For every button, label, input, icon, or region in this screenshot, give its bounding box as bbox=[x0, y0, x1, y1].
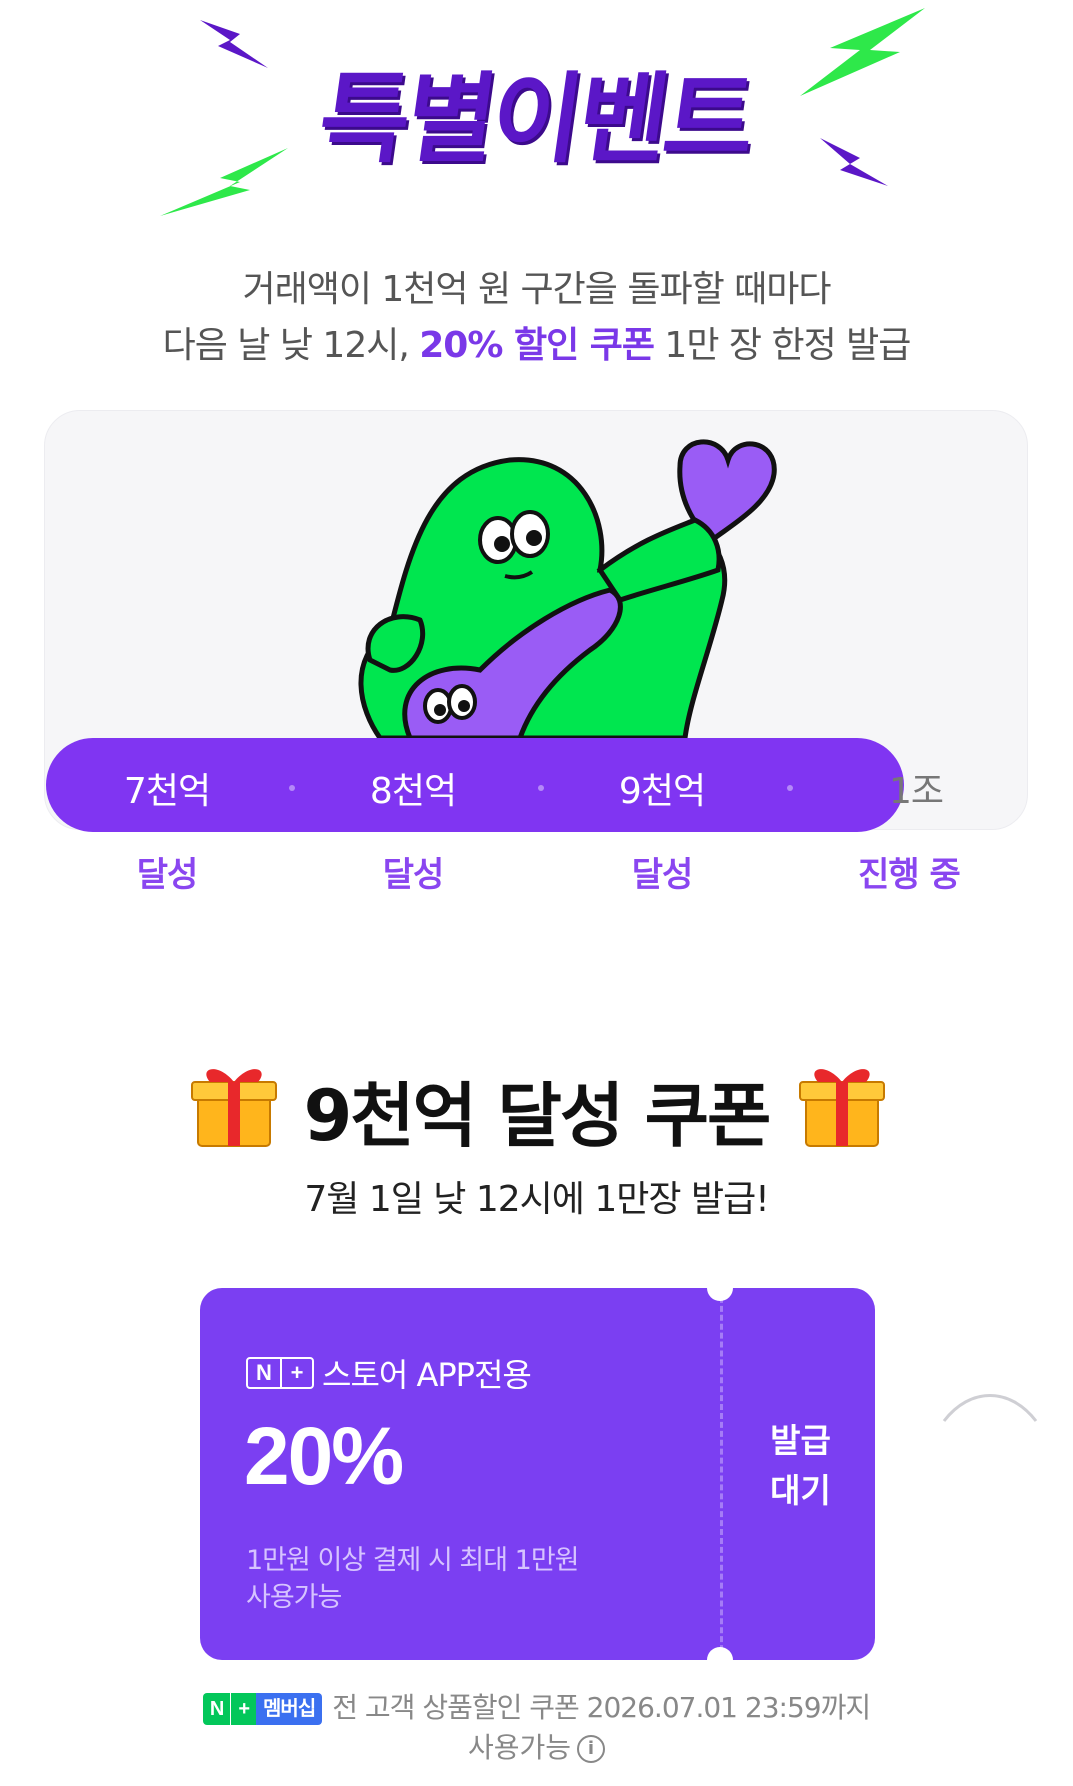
coupon-body: N + 스토어 APP전용 20% 1만원 이상 결제 시 최대 1만원 사용가능 bbox=[200, 1288, 720, 1660]
coupon-store-line: N + 스토어 APP전용 bbox=[246, 1350, 532, 1396]
event-description: 거래액이 1천억 원 구간을 돌파할 때마다 다음 날 낮 12시, 20% 할… bbox=[0, 262, 1073, 374]
coupon-discount: 20% bbox=[244, 1411, 404, 1502]
coupon-ticket[interactable]: N + 스토어 APP전용 20% 1만원 이상 결제 시 최대 1만원 사용가능… bbox=[200, 1275, 875, 1673]
discount-highlight: 20% 할인 쿠폰 bbox=[419, 325, 655, 366]
naver-plus-logo-icon: N + bbox=[246, 1357, 314, 1389]
description-line-1: 거래액이 1천억 원 구간을 돌파할 때마다 bbox=[242, 269, 831, 310]
milestone-separator bbox=[538, 785, 544, 791]
scroll-indicator-icon[interactable] bbox=[940, 1385, 1040, 1425]
coupon-section-title: 9천억 달성 쿠폰 bbox=[303, 1075, 772, 1157]
coupon-condition: 1만원 이상 결제 시 최대 1만원 사용가능 bbox=[246, 1545, 580, 1613]
ticket-notch bbox=[707, 1647, 733, 1673]
coupon-footnote-line2: 사용가능 i bbox=[0, 1726, 1073, 1766]
mascot-illustration bbox=[358, 439, 777, 740]
coupon-section-subtitle: 7월 1일 낮 12시에 1만장 발급! bbox=[304, 1179, 769, 1220]
milestone-separator bbox=[787, 785, 793, 791]
info-icon[interactable]: i bbox=[577, 1735, 606, 1763]
naver-badge-plus: + bbox=[230, 1693, 257, 1725]
naver-badge-n: N bbox=[202, 1693, 231, 1725]
milestone-status-current: 진행 중 bbox=[858, 855, 961, 895]
milestone-status: 달성 bbox=[136, 855, 199, 895]
milestone-status: 달성 bbox=[382, 855, 445, 895]
coupon-issue-status: 발급 대기 bbox=[770, 1421, 831, 1510]
footnote-text: 전 고객 상품할인 쿠폰 2026.07.01 23:59까지 bbox=[332, 1691, 871, 1724]
milestone-label: 9천억 bbox=[618, 771, 706, 812]
milestone-separator bbox=[289, 785, 295, 791]
event-title: 특별이벤트 bbox=[311, 63, 759, 177]
description-line-2: 다음 날 낮 12시, 20% 할인 쿠폰 1만 장 한정 발급 bbox=[162, 325, 912, 366]
milestone-label: 8천억 bbox=[369, 771, 457, 812]
coupon-store-label: 스토어 APP전용 bbox=[322, 1356, 532, 1394]
milestone-label: 7천억 bbox=[123, 771, 211, 812]
milestone-label-current: 1조 bbox=[888, 771, 944, 812]
membership-badge: 멤버십 bbox=[256, 1693, 323, 1725]
coupon-footnote: N + 멤버십 전 고객 상품할인 쿠폰 2026.07.01 23:59까지 bbox=[0, 1686, 1073, 1726]
ticket-notch bbox=[707, 1275, 733, 1301]
coupon-status-panel[interactable]: 발급 대기 bbox=[720, 1288, 875, 1660]
milestone-status: 달성 bbox=[631, 855, 694, 895]
